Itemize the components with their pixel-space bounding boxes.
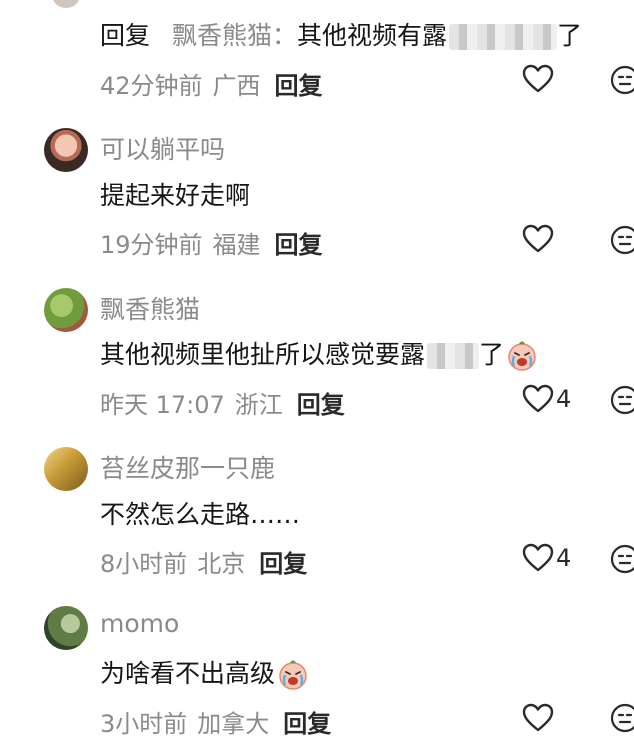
avatar[interactable]	[44, 128, 88, 172]
comment-location: 广西	[212, 72, 261, 100]
comment-username[interactable]: 飘香熊猫	[100, 290, 200, 326]
comment-time: 8小时前	[100, 550, 188, 578]
avatar[interactable]	[44, 447, 88, 491]
comment-meta: 42分钟前 广西 回复	[100, 66, 323, 101]
crying-face-emoji	[279, 660, 307, 690]
comment-content: 回复 飘香熊猫：其他视频有露 了	[100, 16, 582, 52]
reply-to-user[interactable]: 飘香熊猫：	[172, 21, 297, 50]
comment-text: 其他视频有露	[296, 21, 447, 50]
comment-text: 为啥看不出高级	[100, 659, 276, 688]
reply-prefix: 回复	[100, 21, 151, 50]
comment-text: 不然怎么走路……	[100, 500, 301, 529]
heart-icon[interactable]	[522, 543, 554, 573]
avatar[interactable]	[44, 288, 88, 332]
censor-blur	[449, 24, 557, 50]
comment-location: 北京	[197, 550, 246, 578]
comment-username[interactable]: momo	[100, 609, 179, 638]
avatar[interactable]	[44, 606, 88, 650]
neutral-face-icon[interactable]	[610, 225, 634, 255]
reply-button[interactable]: 回复	[297, 391, 345, 419]
comment-time: 42分钟前	[100, 72, 203, 100]
neutral-face-icon[interactable]	[610, 544, 634, 574]
comment-meta: 19分钟前 福建 回复	[100, 225, 323, 260]
comment-username[interactable]: 可以躺平吗	[100, 130, 225, 166]
like-count: 4	[556, 385, 572, 413]
comment-text: 其他视频里他扯所以感觉要露	[100, 340, 426, 369]
censor-blur	[427, 343, 480, 369]
heart-icon[interactable]	[522, 224, 554, 254]
heart-icon[interactable]	[522, 384, 554, 414]
heart-icon[interactable]	[522, 703, 554, 733]
comment-meta: 昨天 17:07 浙江 回复	[100, 385, 345, 420]
comment-text-trail: 了	[557, 21, 583, 50]
neutral-face-icon[interactable]	[610, 65, 634, 95]
comment-text: 提起来好走啊	[100, 181, 251, 210]
comment-username[interactable]: 苔丝皮那一只鹿	[100, 449, 275, 485]
reply-button[interactable]: 回复	[275, 231, 323, 259]
like-count: 4	[556, 544, 572, 572]
heart-icon[interactable]	[522, 64, 554, 94]
neutral-face-icon[interactable]	[610, 385, 634, 415]
comment-time: 19分钟前	[100, 231, 203, 259]
comment-location: 浙江	[234, 391, 283, 419]
avatar[interactable]	[52, 0, 80, 8]
reply-button[interactable]: 回复	[259, 550, 307, 578]
comment-content: 为啥看不出高级	[100, 654, 309, 691]
comment-meta: 8小时前 北京 回复	[100, 544, 307, 579]
comment-time: 昨天 17:07	[100, 391, 225, 419]
reply-button[interactable]: 回复	[275, 72, 323, 100]
comment-text-trail: 了	[479, 340, 505, 369]
comment-location: 福建	[212, 231, 261, 259]
crying-face-emoji	[508, 341, 536, 371]
comment-content: 其他视频里他扯所以感觉要露 了	[100, 335, 538, 372]
neutral-face-icon[interactable]	[610, 703, 634, 733]
